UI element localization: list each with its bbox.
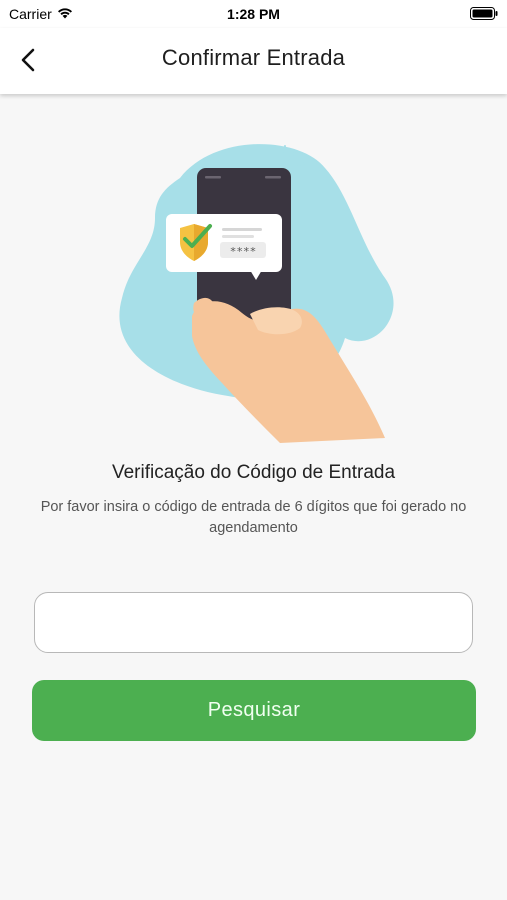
page-title: Confirmar Entrada bbox=[161, 45, 346, 70]
search-button[interactable]: Pesquisar bbox=[32, 680, 476, 741]
entry-code-input[interactable] bbox=[34, 592, 473, 653]
battery-icon bbox=[470, 7, 498, 23]
status-time: 1:28 PM bbox=[227, 6, 280, 22]
phone-verification-illustration: **** bbox=[110, 138, 400, 446]
status-bar: Carrier 1:28 PM bbox=[0, 0, 507, 28]
masked-code: **** bbox=[230, 245, 257, 258]
navigation-bar: Confirmar Entrada bbox=[0, 28, 507, 94]
verification-subtitle: Por favor insira o código de entrada de … bbox=[40, 499, 467, 536]
verification-heading: Verificação do Código de Entrada bbox=[111, 462, 396, 483]
